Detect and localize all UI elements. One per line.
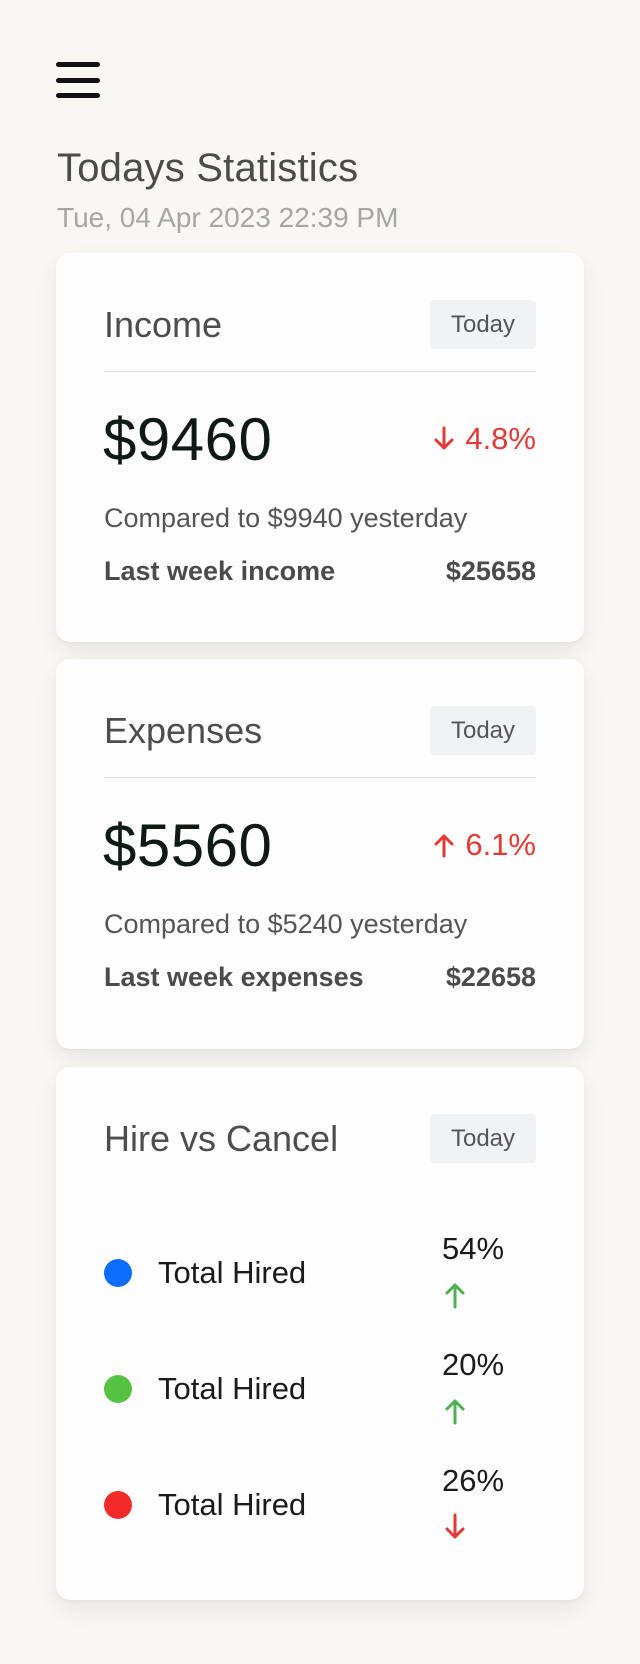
expenses-period-button[interactable]: Today [430, 706, 536, 755]
hire-item-percent: 26% [442, 1463, 505, 1498]
expenses-title: Expenses [104, 710, 263, 751]
income-amount: $9460 [103, 406, 273, 473]
income-card-header: Income Today [104, 300, 536, 350]
divider [104, 371, 536, 372]
income-compare-text: Compared to $9940 yesterday [104, 503, 468, 533]
arrow-up-icon [445, 1283, 465, 1309]
list-item: Total Hired 20% [104, 1347, 536, 1427]
page-date: Tue, 04 Apr 2023 22:39 PM [57, 202, 399, 233]
menu-bar [56, 93, 100, 98]
income-card: Income Today $9460 4.8% Compared to $994… [56, 253, 584, 642]
legend-dot [104, 1375, 132, 1403]
legend-dot [104, 1491, 132, 1519]
arrow-down-icon [434, 426, 454, 450]
expenses-card-header: Expenses Today [104, 706, 536, 756]
page-title: Todays Statistics [57, 146, 359, 190]
legend-dot [104, 1259, 132, 1287]
hire-item-percent: 54% [442, 1231, 505, 1266]
expenses-week-label: Last week expenses [104, 962, 364, 992]
expenses-compare-text: Compared to $5240 yesterday [104, 909, 468, 939]
list-item: Total Hired 26% [104, 1463, 536, 1543]
income-week-value: $25658 [445, 556, 536, 586]
hire-cancel-card: Hire vs Cancel Today Total Hired 54% Tot… [56, 1067, 584, 1600]
income-delta: 4.8% [433, 421, 536, 457]
expenses-delta: 6.1% [433, 827, 536, 863]
hire-item-label: Total Hired [158, 1255, 307, 1290]
list-item: Total Hired 54% [104, 1231, 536, 1311]
expenses-card: Expenses Today $5560 6.1% Compared to $5… [56, 659, 584, 1049]
hire-period-button[interactable]: Today [430, 1114, 536, 1163]
menu-bar [56, 77, 100, 83]
hire-item-label: Total Hired [158, 1487, 307, 1522]
arrow-up-icon [445, 1399, 465, 1425]
income-title: Income [104, 304, 223, 345]
arrow-up-icon [434, 834, 454, 858]
menu-bar [56, 62, 100, 67]
arrow-down-icon [445, 1513, 465, 1539]
income-week-label: Last week income [104, 556, 336, 586]
hire-title: Hire vs Cancel [104, 1118, 339, 1159]
income-period-button[interactable]: Today [430, 300, 536, 349]
income-delta-value: 4.8% [465, 421, 536, 456]
divider [104, 777, 536, 778]
hamburger-menu-icon[interactable] [56, 60, 100, 100]
expenses-delta-value: 6.1% [465, 827, 536, 862]
hire-item-percent: 20% [442, 1347, 505, 1382]
expenses-amount: $5560 [103, 812, 273, 879]
expenses-week-value: $22658 [445, 962, 536, 992]
hire-card-header: Hire vs Cancel Today [104, 1114, 536, 1164]
hire-item-label: Total Hired [158, 1371, 307, 1406]
